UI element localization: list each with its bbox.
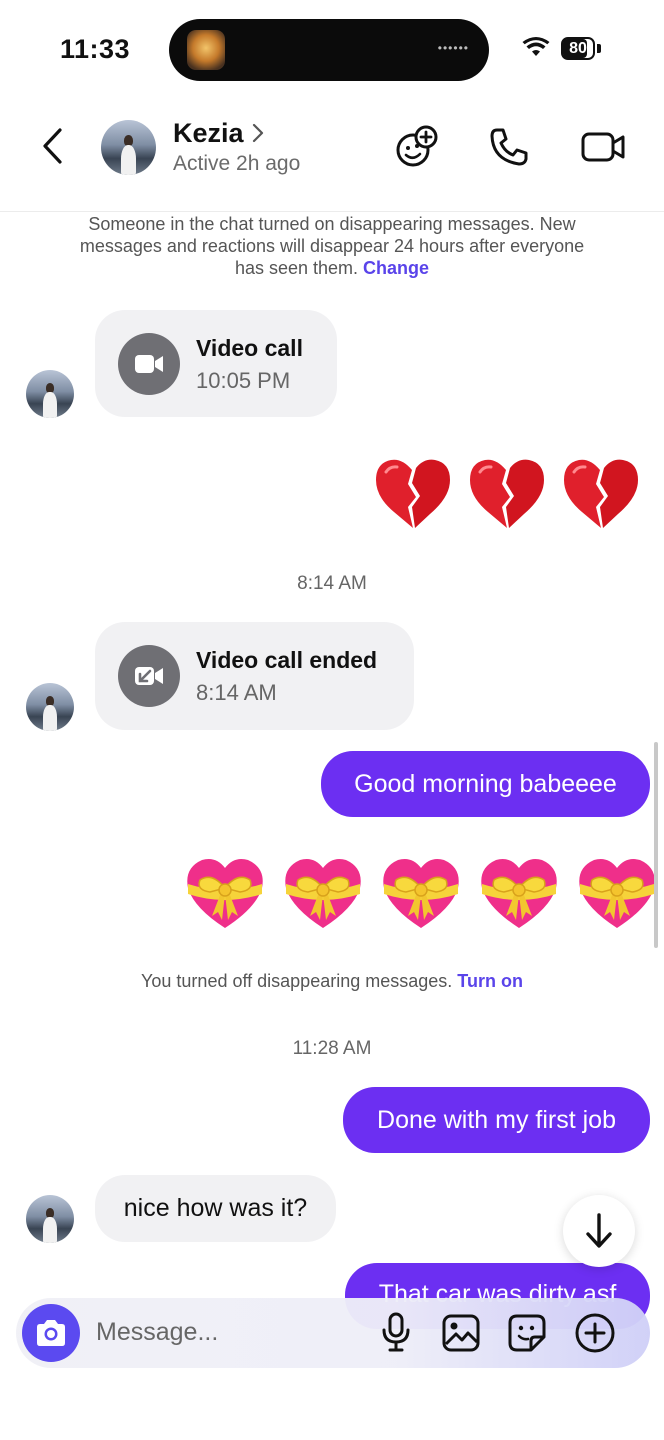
contact-name[interactable]: Kezia <box>173 118 244 149</box>
call-time: 10:05 PM <box>196 368 291 393</box>
timestamp: 8:14 AM <box>297 573 367 594</box>
sent-message[interactable]: Good morning babeeee <box>321 751 650 817</box>
sticker-icon[interactable] <box>507 1313 547 1353</box>
dynamic-island[interactable]: •••••• <box>169 19 489 81</box>
camera-icon <box>37 1320 65 1346</box>
arrow-down-icon <box>586 1213 612 1248</box>
broken-hearts-message[interactable] <box>372 452 642 534</box>
sender-avatar[interactable] <box>26 683 74 731</box>
video-camera-icon[interactable] <box>580 128 626 166</box>
chevron-left-icon[interactable] <box>38 126 68 166</box>
change-link[interactable]: Change <box>363 258 429 278</box>
timestamp: 11:28 AM <box>292 1038 372 1059</box>
chevron-right-icon[interactable] <box>250 122 266 144</box>
call-title: Video call <box>196 335 303 361</box>
scroll-to-bottom-button[interactable] <box>563 1195 635 1267</box>
contact-status: Active 2h ago <box>173 152 301 175</box>
header-divider <box>0 211 664 212</box>
plus-circle-icon[interactable] <box>574 1312 616 1354</box>
call-title: Video call ended <box>196 647 378 673</box>
gift-heart-emoji <box>285 859 361 928</box>
call-time: 8:14 AM <box>196 680 277 705</box>
contact-avatar[interactable] <box>101 120 156 175</box>
turn-on-link[interactable]: Turn on <box>457 971 523 991</box>
received-message[interactable]: nice how was it? <box>95 1175 336 1242</box>
gift-heart-emoji <box>383 859 459 928</box>
missed-video-call-icon <box>118 645 180 707</box>
camera-button[interactable] <box>22 1304 80 1362</box>
now-playing-thumbnail[interactable] <box>187 30 225 70</box>
wifi-icon <box>522 37 550 56</box>
sent-message[interactable]: Done with my first job <box>343 1087 650 1153</box>
message-composer[interactable]: Message... <box>16 1298 650 1368</box>
image-icon[interactable] <box>441 1313 481 1353</box>
phone-icon[interactable] <box>488 126 530 168</box>
island-activity-dots: •••••• <box>437 41 469 55</box>
disappearing-messages-notice: Someone in the chat turned on disappeari… <box>70 213 594 279</box>
video-call-ended-bubble[interactable]: Video call ended 8:14 AM <box>95 622 414 730</box>
video-call-bubble[interactable]: Video call 10:05 PM <box>95 310 337 417</box>
status-time: 11:33 <box>60 34 131 64</box>
video-call-icon <box>118 333 180 395</box>
gift-heart-emoji <box>579 859 655 928</box>
scrollbar[interactable] <box>654 742 658 948</box>
notice-text: You turned off disappearing messages. <box>141 971 453 991</box>
battery-indicator: 80 <box>561 37 595 60</box>
gift-hearts-message[interactable] <box>182 850 660 932</box>
battery-nub <box>597 44 601 53</box>
message-input[interactable]: Message... <box>96 1318 218 1347</box>
gift-heart-emoji <box>481 859 557 928</box>
sender-avatar[interactable] <box>26 1195 74 1243</box>
disappearing-off-notice: You turned off disappearing messages. Tu… <box>40 970 624 992</box>
sender-avatar[interactable] <box>26 370 74 418</box>
battery-percent: 80 <box>569 40 587 57</box>
gift-heart-emoji <box>187 859 263 928</box>
broken-heart-emoji <box>376 459 450 528</box>
broken-heart-emoji <box>564 459 638 528</box>
broken-heart-emoji <box>470 459 544 528</box>
microphone-icon[interactable] <box>380 1312 412 1354</box>
smiley-plus-icon[interactable] <box>394 124 440 170</box>
notice-text: Someone in the chat turned on disappeari… <box>79 214 585 278</box>
